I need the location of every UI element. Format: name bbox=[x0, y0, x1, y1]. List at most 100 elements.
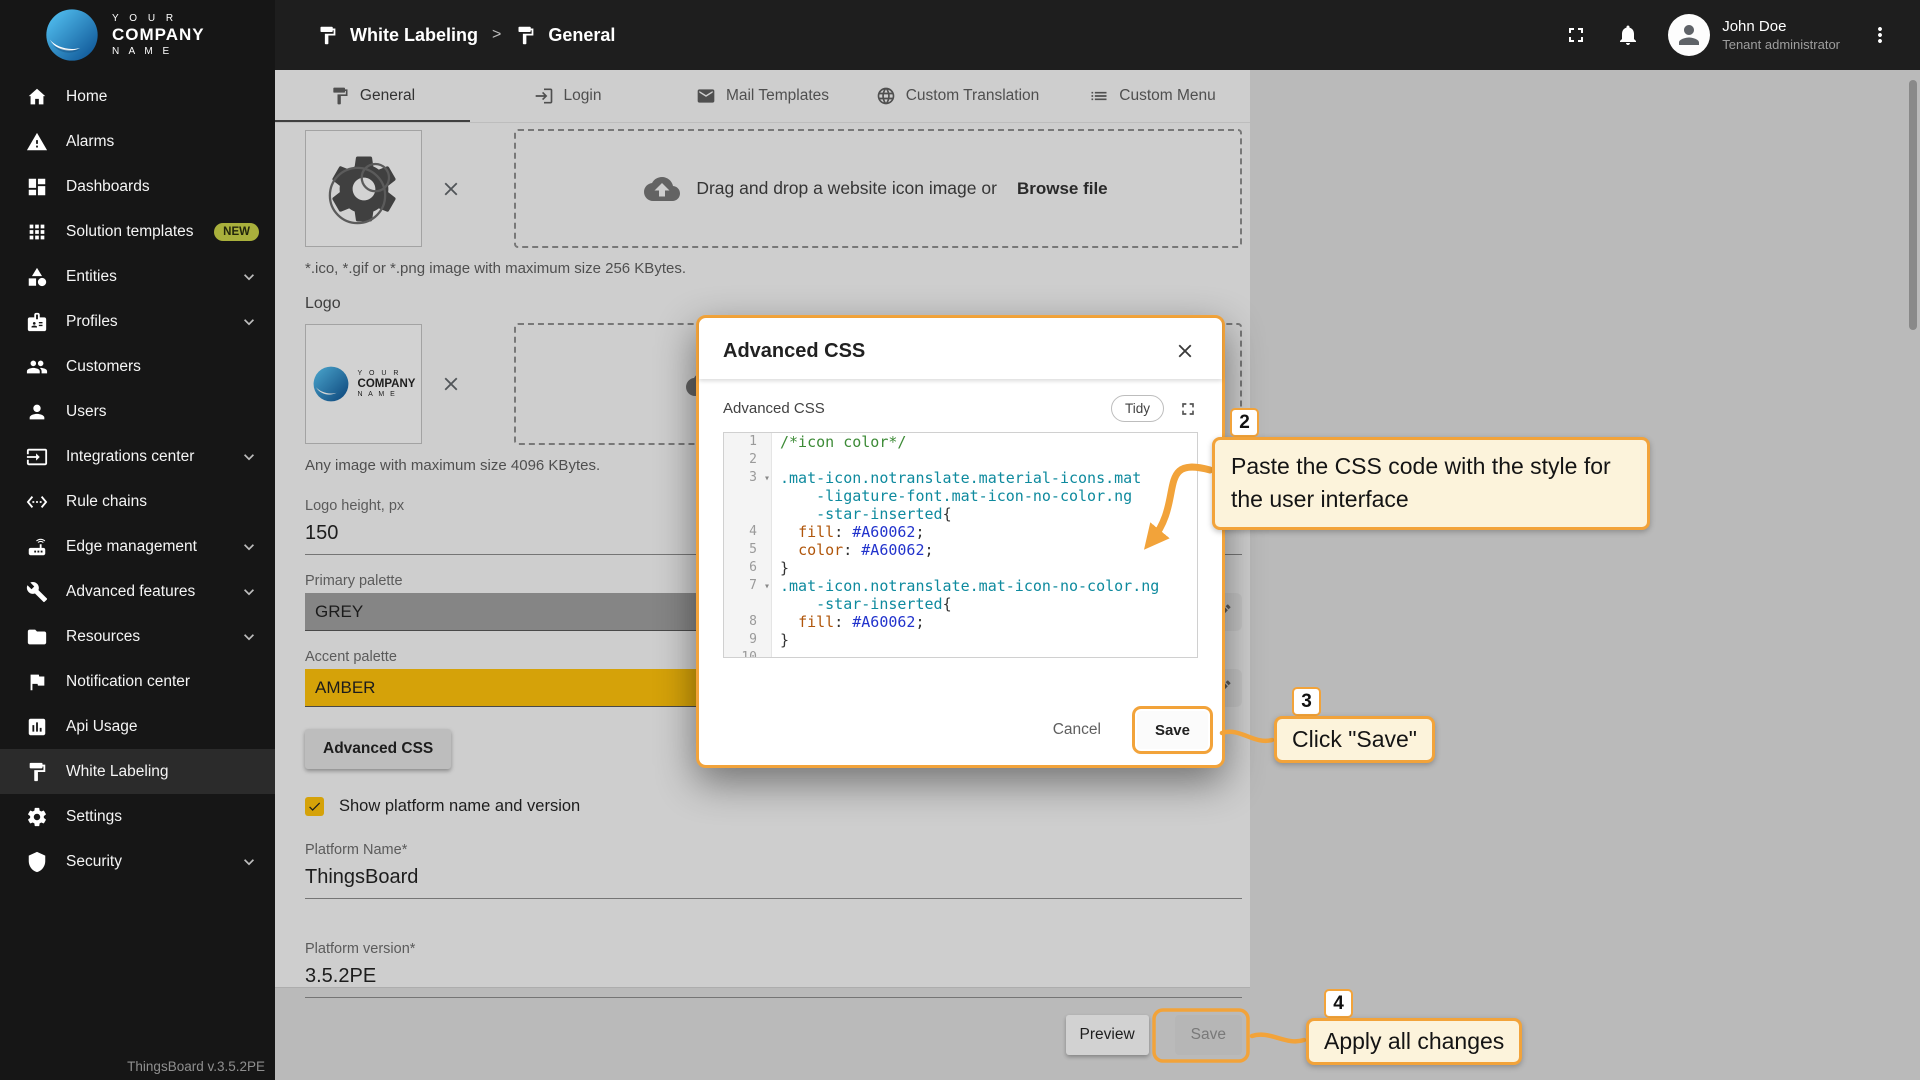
sidebar-item-label: Resources bbox=[66, 628, 140, 646]
sidebar-item-label: Rule chains bbox=[66, 493, 147, 511]
sidebar-item-white-labeling[interactable]: White Labeling bbox=[0, 749, 275, 794]
annotation-step-3-note: Click "Save" bbox=[1274, 716, 1435, 763]
chevron-down-icon bbox=[239, 447, 259, 467]
breadcrumb-current: General bbox=[548, 25, 615, 46]
code-lines: 1/*icon color*/23▾.mat-icon.notranslate.… bbox=[724, 433, 1197, 658]
breadcrumb-separator: > bbox=[492, 26, 501, 44]
sidebar-item-label: White Labeling bbox=[66, 763, 169, 781]
sidebar-item-notification-center[interactable]: Notification center bbox=[0, 659, 275, 704]
sidebar-item-label: Integrations center bbox=[66, 448, 194, 466]
sidebar-item-dashboards[interactable]: Dashboards bbox=[0, 164, 275, 209]
router-icon bbox=[26, 536, 48, 558]
wrench-icon bbox=[26, 581, 48, 603]
fullscreen-icon bbox=[1178, 399, 1198, 419]
sidebar-item-label: Notification center bbox=[66, 673, 190, 691]
close-icon bbox=[1174, 340, 1196, 362]
user-menu[interactable]: John Doe Tenant administrator bbox=[1668, 14, 1840, 56]
sidebar-item-advanced-features[interactable]: Advanced features bbox=[0, 569, 275, 614]
top-header: White Labeling > General John Doe Tenant… bbox=[275, 0, 1920, 70]
annotation-step-4-badge: 4 bbox=[1324, 989, 1353, 1018]
dialog-cancel-button[interactable]: Cancel bbox=[1043, 713, 1111, 747]
badge-icon bbox=[26, 311, 48, 333]
rule-chain-icon bbox=[26, 491, 48, 513]
sidebar-item-label: Home bbox=[66, 88, 107, 106]
sidebar-nav: Home Alarms Dashboards Solution template… bbox=[0, 74, 275, 884]
paint-icon bbox=[317, 25, 338, 46]
sidebar: Y O U R COMPANY N A M E Home Alarms Dash… bbox=[0, 0, 275, 1080]
warning-icon bbox=[26, 131, 48, 153]
apps-grid-icon bbox=[26, 221, 48, 243]
chart-icon bbox=[26, 716, 48, 738]
shield-icon bbox=[26, 851, 48, 873]
sidebar-item-customers[interactable]: Customers bbox=[0, 344, 275, 389]
annotation-step-3-badge: 3 bbox=[1292, 687, 1321, 716]
sidebar-item-label: Security bbox=[66, 853, 122, 871]
chevron-down-icon bbox=[239, 267, 259, 287]
person-icon bbox=[26, 401, 48, 423]
dialog-header: Advanced CSS bbox=[699, 318, 1222, 379]
sidebar-item-label: Solution templates bbox=[66, 223, 194, 241]
sidebar-item-label: Settings bbox=[66, 808, 122, 826]
sidebar-item-resources[interactable]: Resources bbox=[0, 614, 275, 659]
sidebar-item-label: Profiles bbox=[66, 313, 118, 331]
flag-icon bbox=[26, 671, 48, 693]
company-logo-text: Y O U R COMPANY N A M E bbox=[112, 13, 205, 57]
dialog-save-button[interactable]: Save bbox=[1137, 711, 1208, 749]
sidebar-item-solution-templates[interactable]: Solution templates NEW bbox=[0, 209, 275, 254]
sidebar-item-label: Entities bbox=[66, 268, 117, 286]
fullscreen-icon[interactable] bbox=[1564, 23, 1588, 47]
sidebar-item-edge-management[interactable]: Edge management bbox=[0, 524, 275, 569]
chevron-down-icon bbox=[239, 627, 259, 647]
category-icon bbox=[26, 266, 48, 288]
sidebar-item-label: Edge management bbox=[66, 538, 197, 556]
sidebar-item-label: Alarms bbox=[66, 133, 114, 151]
editor-label: Advanced CSS bbox=[723, 400, 1111, 417]
home-icon bbox=[26, 86, 48, 108]
expand-editor-button[interactable] bbox=[1178, 399, 1198, 419]
platform-version-footer: ThingsBoard v.3.5.2PE bbox=[127, 1059, 265, 1074]
sidebar-item-api-usage[interactable]: Api Usage bbox=[0, 704, 275, 749]
sidebar-item-label: Advanced features bbox=[66, 583, 195, 601]
sidebar-item-label: Users bbox=[66, 403, 106, 421]
people-icon bbox=[26, 356, 48, 378]
chevron-down-icon bbox=[239, 582, 259, 602]
annotation-step-2-note: Paste the CSS code with the style for th… bbox=[1212, 437, 1650, 530]
dialog-actions: Cancel Save bbox=[699, 711, 1222, 765]
sidebar-item-alarms[interactable]: Alarms bbox=[0, 119, 275, 164]
editor-toolbar: Advanced CSS Tidy bbox=[723, 395, 1198, 422]
sidebar-item-security[interactable]: Security bbox=[0, 839, 275, 884]
annotation-step-2-badge: 2 bbox=[1230, 408, 1259, 437]
input-icon bbox=[26, 446, 48, 468]
more-menu-icon[interactable] bbox=[1868, 23, 1892, 47]
gear-icon bbox=[26, 806, 48, 828]
new-badge: NEW bbox=[214, 223, 259, 241]
avatar bbox=[1668, 14, 1710, 56]
sidebar-item-profiles[interactable]: Profiles bbox=[0, 299, 275, 344]
dashboard-icon bbox=[26, 176, 48, 198]
advanced-css-dialog: Advanced CSS Advanced CSS Tidy 1/*icon c… bbox=[696, 315, 1225, 768]
sidebar-item-label: Customers bbox=[66, 358, 141, 376]
dialog-close-button[interactable] bbox=[1172, 338, 1198, 364]
css-code-editor[interactable]: 1/*icon color*/23▾.mat-icon.notranslate.… bbox=[723, 432, 1198, 658]
sidebar-item-rule-chains[interactable]: Rule chains bbox=[0, 479, 275, 524]
chevron-down-icon bbox=[239, 537, 259, 557]
sidebar-item-label: Dashboards bbox=[66, 178, 150, 196]
sidebar-item-home[interactable]: Home bbox=[0, 74, 275, 119]
sidebar-item-integrations-center[interactable]: Integrations center bbox=[0, 434, 275, 479]
sidebar-item-settings[interactable]: Settings bbox=[0, 794, 275, 839]
dialog-title: Advanced CSS bbox=[723, 340, 865, 363]
breadcrumb-parent[interactable]: White Labeling bbox=[350, 25, 478, 46]
person-icon bbox=[1674, 20, 1704, 50]
paint-icon bbox=[26, 761, 48, 783]
sidebar-item-entities[interactable]: Entities bbox=[0, 254, 275, 299]
user-meta: John Doe Tenant administrator bbox=[1722, 18, 1840, 52]
company-logo-icon bbox=[44, 7, 100, 63]
company-logo: Y O U R COMPANY N A M E bbox=[0, 0, 275, 70]
notifications-bell-icon[interactable] bbox=[1616, 23, 1640, 47]
paint-icon bbox=[515, 25, 536, 46]
sidebar-item-users[interactable]: Users bbox=[0, 389, 275, 434]
user-role: Tenant administrator bbox=[1722, 37, 1840, 52]
breadcrumb: White Labeling > General bbox=[275, 25, 615, 46]
tidy-button[interactable]: Tidy bbox=[1111, 395, 1164, 422]
dialog-body: Advanced CSS Tidy 1/*icon color*/23▾.mat… bbox=[699, 379, 1222, 658]
